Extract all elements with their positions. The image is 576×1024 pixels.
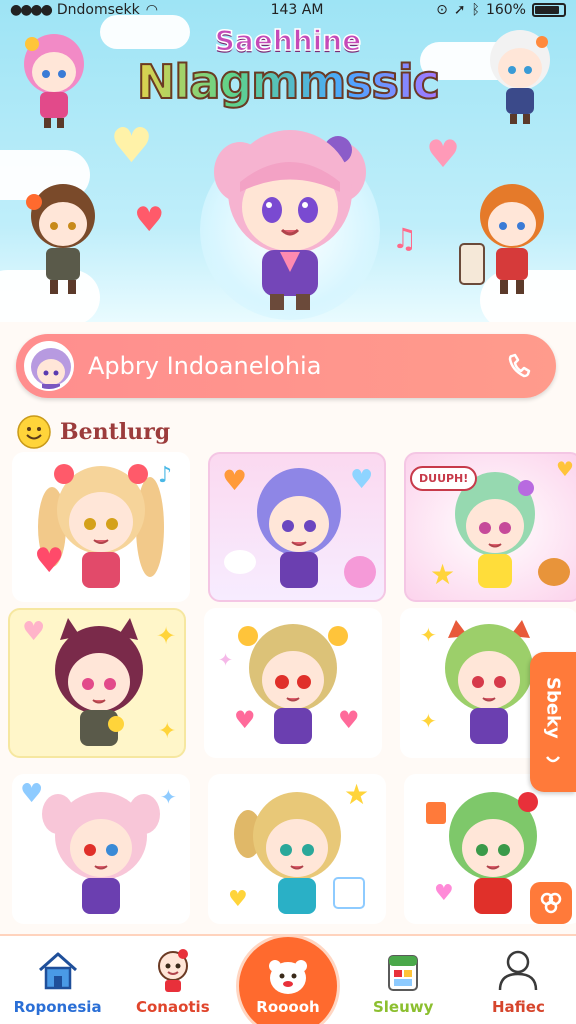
svg-text:♥: ♥: [20, 779, 43, 809]
box-icon: [388, 955, 419, 991]
phone-icon[interactable]: [502, 348, 538, 384]
status-left: ●●●● Dndomsekk ◠: [10, 2, 158, 18]
svg-text:♥: ♥: [34, 541, 64, 581]
alarm-icon: ⊙: [436, 2, 448, 18]
chibi-blonde-ponytail: ★ ♥: [228, 778, 369, 914]
section-header: Bentlurg: [16, 412, 170, 452]
chibi-blonde-twintails: ♥ ♪: [34, 463, 172, 588]
home-icon: [38, 952, 77, 990]
section-title: Bentlurg: [60, 419, 171, 445]
svg-text:✦: ✦: [158, 719, 176, 744]
nav-item-characters[interactable]: Conaotis: [115, 936, 230, 1024]
arrow-icon: [546, 756, 560, 763]
svg-text:✦: ✦: [218, 650, 233, 671]
profile-icon: [499, 950, 538, 991]
sticker-card[interactable]: ♥ ✦: [12, 774, 190, 924]
svg-text:✦: ✦: [420, 709, 437, 733]
svg-text:✦: ✦: [156, 622, 176, 650]
heart-icon: ♥: [426, 132, 461, 176]
share-button[interactable]: [530, 882, 572, 924]
svg-text:♥: ♥: [556, 457, 574, 481]
chibi-white-hair: [490, 30, 550, 124]
main-chibi-character: [214, 130, 366, 310]
bear-face-icon: [269, 960, 307, 994]
speech-bubble: DUUPH!: [410, 466, 478, 491]
clock: 143 AM: [270, 2, 324, 18]
location-icon: ➚: [453, 2, 466, 18]
sticker-card[interactable]: ♥ ♪: [12, 452, 190, 602]
center-action-button[interactable]: Rooooh: [236, 934, 340, 1024]
svg-text:♥: ♥: [222, 464, 247, 497]
chibi-orange-hair: [459, 184, 544, 294]
hero-banner: Saehhine Nlagmmssic ♥ ♥ ♥ ♫: [0, 0, 576, 322]
nav-label: Hafiec: [491, 998, 545, 1016]
nav-label: Sleuwy: [372, 998, 434, 1016]
svg-text:♥: ♥: [338, 706, 360, 734]
bluetooth-icon: ᛒ: [471, 2, 480, 18]
nav-item-profile[interactable]: Hafiec: [461, 936, 576, 1024]
chibi-maroon-cat-ears: ♥ ✦ ✦: [22, 617, 176, 746]
nav-label: Rooooh: [256, 998, 320, 1016]
sticker-card[interactable]: ★ ♥ DUUPH!: [404, 452, 576, 602]
battery-percent: 160%: [485, 2, 526, 18]
nav-item-home[interactable]: Roponesia: [0, 936, 115, 1024]
sticker-card[interactable]: ★ ♥: [208, 774, 386, 924]
chibi-light-pink-hair: ♥ ✦: [20, 779, 177, 914]
signal-icon: ●●●●: [10, 2, 53, 18]
chibi-pink-hair: [24, 34, 84, 128]
avatar-chibi-icon: [31, 348, 71, 389]
svg-text:♥: ♥: [234, 706, 256, 734]
chibi-purple-hair: ♥ ♥: [222, 464, 376, 588]
nav-label: Conaotis: [135, 998, 210, 1016]
character-icon: [157, 949, 188, 992]
chibi-brown-hair: [26, 184, 95, 294]
carrier-name: Dndomsekk: [56, 2, 140, 18]
side-tab-label: Sbeky: [542, 677, 564, 739]
status-right: ⊙ ➚ ᛒ 160%: [436, 2, 566, 18]
svg-text:✦: ✦: [160, 785, 177, 809]
avatar[interactable]: [24, 341, 74, 391]
bottom-nav: Roponesia Conaotis Rooooh Sleuwy Hafiec: [0, 934, 576, 1024]
nav-label: Roponesia: [13, 998, 102, 1016]
svg-text:♥: ♥: [434, 881, 454, 906]
sticker-card[interactable]: ♥ ✦ ✦: [8, 608, 186, 758]
svg-text:♥: ♥: [228, 887, 248, 912]
search-input[interactable]: Apbry Indoanelohia: [88, 352, 502, 380]
sticker-card[interactable]: ♥ ♥ ✦: [204, 608, 382, 758]
svg-text:♥: ♥: [350, 465, 373, 495]
music-note-icon: ♫: [392, 222, 418, 255]
smiley-icon: [17, 415, 51, 449]
side-tab-button[interactable]: Sbeky: [530, 652, 576, 792]
svg-text:✦: ✦: [420, 623, 437, 647]
battery-icon: [531, 3, 566, 17]
svg-text:★: ★: [344, 778, 369, 811]
nav-item-center[interactable]: Rooooh: [230, 934, 345, 1024]
status-bar: ●●●● Dndomsekk ◠ 143 AM ⊙ ➚ ᛒ 160%: [0, 0, 576, 20]
svg-text:♪: ♪: [158, 463, 172, 488]
heart-icon: ♥: [110, 118, 154, 174]
svg-text:♥: ♥: [22, 617, 45, 647]
svg-text:★: ★: [430, 558, 455, 591]
nav-item-store[interactable]: Sleuwy: [346, 936, 461, 1024]
search-bar[interactable]: Apbry Indoanelohia: [16, 334, 556, 398]
chibi-blonde-bells: ♥ ♥ ✦: [218, 624, 360, 744]
clover-icon: [540, 892, 562, 914]
sticker-card[interactable]: ♥ ♥: [208, 452, 386, 602]
heart-icon: ♥: [134, 200, 165, 240]
wifi-icon: ◠: [145, 2, 158, 18]
sticker-grid: ♥ ♪ ♥ ♥ ★ ♥ DUUPH! ♥ ✦ ✦ ♥ ♥ ✦ ✦ ✦ ♥ ✦ ★…: [8, 452, 576, 928]
